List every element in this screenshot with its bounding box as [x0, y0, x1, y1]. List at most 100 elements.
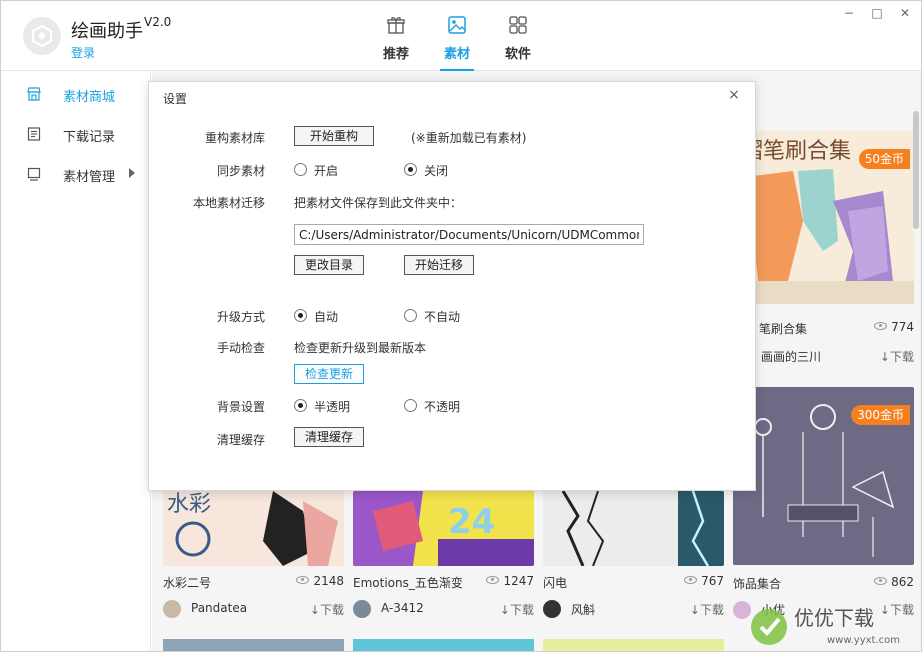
site-watermark-logo: 优优下载 www.yyxt.com	[751, 606, 900, 646]
card-author[interactable]: 风斛	[571, 601, 595, 618]
lightning-artwork	[543, 491, 724, 566]
svg-text:水彩: 水彩	[167, 492, 211, 517]
nav-tab-label: 软件	[504, 47, 531, 62]
download-button[interactable]: ↓下载	[690, 601, 724, 618]
upgrade-manual-radio[interactable]: 不自动	[404, 308, 474, 324]
material-card[interactable]: 300金币 饰品集合 862 小优 ↓下载	[733, 387, 914, 627]
svg-text:优优下载: 优优下载	[794, 606, 874, 630]
sync-off-radio[interactable]: 关闭	[404, 162, 464, 178]
folder-icon	[27, 167, 41, 181]
eye-icon	[874, 322, 888, 330]
sidebar-item-label: 素材商城	[63, 90, 116, 105]
dialog-title: 设置	[163, 92, 188, 106]
start-rebuild-button[interactable]: 开始重构	[294, 126, 374, 146]
rebuild-note: (※重新加载已有素材)	[411, 131, 527, 145]
submenu-arrow-icon	[129, 168, 135, 178]
nav-tab-software[interactable]: 软件	[493, 13, 543, 71]
radio-dot	[404, 309, 417, 322]
image-icon	[448, 16, 466, 34]
card-author[interactable]: 画画的三川	[761, 348, 821, 365]
radio-dot	[294, 163, 307, 176]
gift-icon	[387, 17, 405, 34]
sidebar-item-downloads[interactable]: 下载记录	[1, 115, 151, 151]
material-card[interactable]: 褶笔刷合集 50金币 笔刷合集 774 画画的三川 ↓下载	[733, 131, 914, 366]
store-icon	[27, 87, 41, 101]
sidebar-item-label: 素材管理	[63, 170, 116, 185]
card-thumbnail[interactable]: 24	[353, 491, 534, 566]
price-badge: 300金币	[851, 405, 910, 425]
svg-text:24: 24	[448, 502, 495, 542]
card-thumbnail[interactable]	[543, 639, 724, 651]
clear-cache-button[interactable]: 清理缓存	[294, 427, 364, 447]
gradient-artwork: 24	[353, 491, 534, 566]
nav-tab-materials[interactable]: 素材	[432, 13, 482, 71]
upgrade-label: 升级方式	[216, 310, 265, 324]
card-thumbnail[interactable]: 褶笔刷合集 50金币	[733, 131, 914, 304]
nav-tab-label: 推荐	[382, 47, 409, 62]
card-thumbnail[interactable]: 300金币	[733, 387, 914, 565]
minimize-button[interactable]: −	[841, 5, 857, 21]
app-title: 绘画助手	[71, 21, 143, 42]
migrate-description: 把素材文件保存到此文件夹中：	[294, 196, 463, 210]
card-views: 862	[874, 575, 914, 589]
check-update-button[interactable]: 检查更新	[294, 364, 364, 384]
grid-icon	[509, 16, 527, 34]
restore-button[interactable]: □	[869, 5, 885, 21]
nav-tab-recommend[interactable]: 推荐	[371, 13, 421, 71]
close-window-button[interactable]: ✕	[897, 5, 913, 21]
app-logo	[23, 17, 61, 55]
background-opaque-radio[interactable]: 不透明	[404, 398, 474, 414]
material-card[interactable]: 闪电 767 风斛 ↓下载	[543, 491, 724, 631]
app-version: V2.0	[144, 15, 172, 29]
card-views: 774	[874, 320, 914, 334]
card-views: 1247	[486, 574, 534, 588]
list-icon	[27, 127, 41, 141]
download-button[interactable]: ↓下载	[880, 348, 914, 365]
card-thumbnail[interactable]	[543, 491, 724, 566]
avatar[interactable]	[353, 600, 371, 618]
nav-tab-label: 素材	[443, 47, 470, 62]
login-link[interactable]: 登录	[71, 44, 95, 61]
download-button[interactable]: ↓下载	[310, 601, 344, 618]
change-directory-button[interactable]: 更改目录	[294, 255, 364, 275]
migrate-path-input[interactable]	[294, 224, 644, 245]
material-card[interactable]: 水彩 水彩二号 2148 Pandatea ↓下载	[163, 491, 344, 631]
dialog-close-button[interactable]: ×	[727, 88, 741, 102]
price-badge: 50金币	[858, 149, 910, 169]
card-views: 767	[684, 574, 724, 588]
manual-check-label: 手动检查	[216, 341, 265, 355]
sidebar-item-store[interactable]: 素材商城	[1, 75, 151, 111]
card-author[interactable]: Pandatea	[191, 601, 247, 615]
settings-dialog: 设置 × 重构素材库 开始重构 (※重新加载已有素材) 同步素材 开启 关闭 本…	[148, 81, 756, 491]
radio-dot	[404, 399, 417, 412]
card-views: 2148	[296, 574, 344, 588]
eye-icon	[874, 577, 888, 585]
scrollbar-thumb[interactable]	[913, 111, 919, 229]
avatar[interactable]	[543, 600, 561, 618]
download-button[interactable]: ↓下载	[500, 601, 534, 618]
download-arrow-icon: ↓	[879, 350, 890, 364]
svg-text:www.yyxt.com: www.yyxt.com	[827, 635, 900, 646]
eye-icon	[296, 576, 310, 584]
start-migrate-button[interactable]: 开始迁移	[404, 255, 474, 275]
avatar[interactable]	[163, 600, 181, 618]
material-card[interactable]: 24 Emotions_五色渐变 1247 A-3412 ↓下载	[353, 491, 534, 631]
background-semi-radio[interactable]: 半透明	[294, 398, 364, 414]
upgrade-auto-radio[interactable]: 自动	[294, 308, 354, 324]
radio-dot	[404, 163, 417, 176]
card-thumbnail[interactable]: 水彩	[163, 491, 344, 566]
sidebar-item-label: 下载记录	[63, 130, 116, 145]
migrate-label: 本地素材迁移	[192, 196, 265, 210]
card-author[interactable]: A-3412	[381, 601, 424, 615]
card-thumbnail[interactable]	[163, 639, 344, 651]
title-bar: 绘画助手 V2.0 登录 推荐 素材 软件 − □ ✕	[1, 1, 921, 71]
sync-on-radio[interactable]: 开启	[294, 162, 354, 178]
card-thumbnail[interactable]	[353, 639, 534, 651]
watercolor-artwork: 水彩	[163, 491, 344, 566]
sidebar-item-manage[interactable]: 素材管理	[1, 155, 151, 191]
app-window: 绘画助手 V2.0 登录 推荐 素材 软件 − □ ✕ 素材商城 下载记录 素材…	[0, 0, 922, 652]
card-banner-text: 褶笔刷合集	[741, 139, 852, 164]
eye-icon	[684, 576, 698, 584]
eye-icon	[486, 576, 500, 584]
cache-label: 清理缓存	[216, 433, 265, 447]
